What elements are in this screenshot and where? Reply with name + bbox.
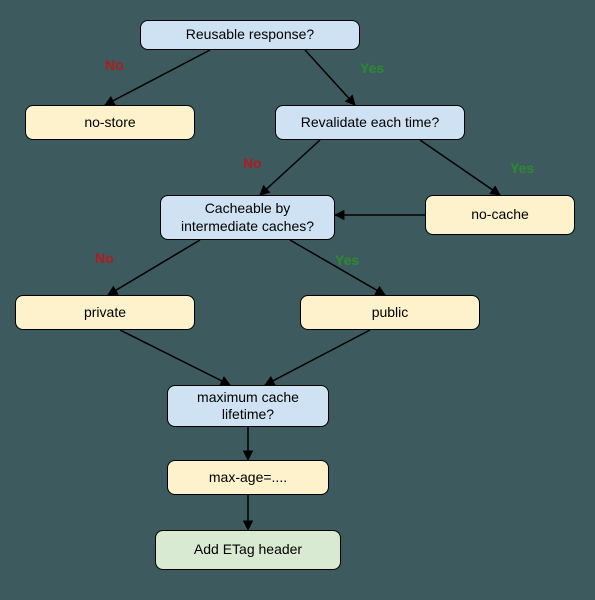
node-text: max-age=.... (209, 469, 287, 487)
node-text: maximum cache lifetime? (176, 389, 320, 424)
node-text: Add ETag header (194, 541, 302, 559)
node-add-etag-header: Add ETag header (155, 530, 341, 570)
edge-label-intermediate-yes: Yes (335, 252, 359, 268)
edge-label-intermediate-no: No (95, 250, 114, 266)
node-no-cache: no-cache (425, 195, 575, 235)
node-max-age: max-age=.... (167, 460, 329, 495)
edge-label-reusable-yes: Yes (360, 60, 384, 76)
node-text: Cacheable by intermediate caches? (169, 200, 326, 235)
node-text: Reusable response? (186, 26, 314, 44)
node-text: public (372, 304, 409, 322)
edge-label-revalidate-yes: Yes (510, 160, 534, 176)
node-text: private (84, 304, 126, 322)
node-revalidate-each-time: Revalidate each time? (275, 105, 465, 140)
node-private: private (15, 295, 195, 330)
node-public: public (300, 295, 480, 330)
node-text: Revalidate each time? (301, 114, 440, 132)
node-max-lifetime: maximum cache lifetime? (167, 385, 329, 427)
node-reusable-response: Reusable response? (140, 20, 360, 50)
node-text: no-store (84, 114, 135, 132)
flowchart-stage: Reusable response? no-store Revalidate e… (0, 0, 595, 600)
node-cacheable-intermediate: Cacheable by intermediate caches? (160, 195, 335, 240)
node-no-store: no-store (25, 105, 195, 140)
edge-label-reusable-no: No (105, 57, 124, 73)
edge-label-revalidate-no: No (243, 155, 262, 171)
node-text: no-cache (471, 206, 529, 224)
